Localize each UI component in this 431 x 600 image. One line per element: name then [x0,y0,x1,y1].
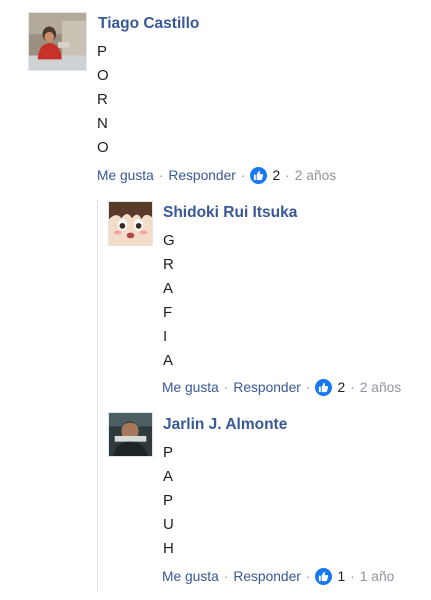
comment-actions: Me gusta · Responder · 2 · 2 años [97,167,336,184]
comment-line: O [97,139,109,156]
author-name[interactable]: Tiago Castillo [98,15,199,33]
separator: · [350,569,355,584]
separator: · [240,168,246,183]
separator: · [285,168,290,183]
reply-body: P A P U H [163,441,174,561]
reply-line: P [163,444,174,461]
reply-line: P [163,492,174,509]
avatar[interactable] [28,12,87,71]
like-link[interactable]: Me gusta [162,569,219,584]
reply-actions: Me gusta · Responder · 2 · 2 años [162,379,401,396]
reply-line: R [163,256,174,273]
reply-line: A [163,352,174,369]
reply-line: A [163,468,174,485]
comment-body: P O R N O [97,40,109,160]
reaction-count[interactable]: 1 [337,569,345,584]
author-name[interactable]: Shidoki Rui Itsuka [163,204,297,222]
reply-link[interactable]: Responder [233,380,301,395]
reply-line: A [163,280,174,297]
separator: · [305,380,311,395]
reply-line: F [163,304,173,321]
like-link[interactable]: Me gusta [97,168,154,183]
reply-line: U [163,516,174,533]
thumbs-up-icon[interactable] [315,379,333,396]
timestamp[interactable]: 1 año [360,569,395,584]
separator: · [223,569,229,584]
reply-body: G R A F I A [163,229,175,373]
comment-line: N [97,115,108,132]
separator: · [158,168,164,183]
reply-link[interactable]: Responder [233,569,301,584]
comment-line: O [97,67,109,84]
author-name[interactable]: Jarlin J. Almonte [163,416,287,434]
avatar[interactable] [108,201,153,246]
separator: · [223,380,229,395]
comment-line: P [97,43,108,60]
reaction-count[interactable]: 2 [272,168,280,183]
reply-line: I [163,328,168,345]
avatar[interactable] [108,412,153,457]
reply-thread-line [97,200,98,592]
separator: · [305,569,311,584]
thumbs-up-icon[interactable] [250,167,268,184]
reply-link[interactable]: Responder [168,168,236,183]
separator: · [350,380,355,395]
timestamp[interactable]: 2 años [360,380,401,395]
thumbs-up-icon[interactable] [315,568,333,585]
reply-line: G [163,232,175,249]
reply-actions: Me gusta · Responder · 1 · 1 año [162,568,394,585]
reaction-count[interactable]: 2 [337,380,345,395]
comment-line: R [97,91,108,108]
reply-line: H [163,540,174,557]
like-link[interactable]: Me gusta [162,380,219,395]
timestamp[interactable]: 2 años [295,168,336,183]
